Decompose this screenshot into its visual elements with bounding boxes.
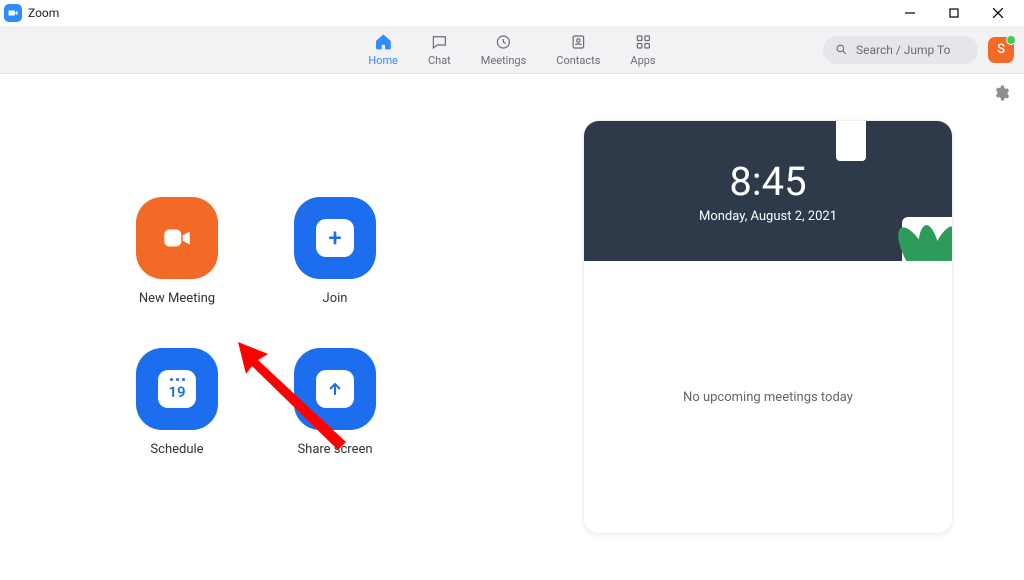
clock-icon	[494, 32, 514, 52]
action-label: New Meeting	[139, 291, 215, 306]
tab-label: Home	[368, 54, 398, 67]
window-title: Zoom	[28, 6, 59, 20]
today-card: 8:45 Monday, August 2, 2021 No upcoming …	[583, 120, 953, 534]
arrow-up-icon	[316, 370, 354, 408]
avatar-initial: S	[997, 42, 1005, 57]
tab-contacts[interactable]: Contacts	[556, 32, 600, 67]
plus-icon: +	[316, 219, 354, 257]
share-screen-button[interactable]	[294, 348, 376, 430]
apps-icon	[633, 32, 653, 52]
tab-meetings[interactable]: Meetings	[481, 32, 526, 67]
close-button[interactable]	[976, 0, 1020, 26]
minimize-button[interactable]	[888, 0, 932, 26]
meetings-empty: No upcoming meetings today	[584, 261, 952, 533]
action-label: Share screen	[297, 442, 372, 457]
decor-plant-icon	[902, 217, 952, 261]
actions-panel: New Meeting + Join 19 Schedule	[0, 74, 512, 580]
window-titlebar: Zoom	[0, 0, 1024, 26]
tab-label: Meetings	[481, 54, 526, 67]
clock-hero: 8:45 Monday, August 2, 2021	[584, 121, 952, 261]
schedule-button[interactable]: 19	[136, 348, 218, 430]
nav-tabs: Home Chat Meetings Contacts Apps	[368, 26, 655, 73]
calendar-icon: 19	[158, 370, 196, 408]
action-new-meeting: New Meeting	[107, 197, 247, 306]
main-content: New Meeting + Join 19 Schedule	[0, 74, 1024, 580]
search-placeholder: Search / Jump To	[856, 43, 950, 57]
maximize-button[interactable]	[932, 0, 976, 26]
topbar-right: Search / Jump To S	[823, 36, 1024, 64]
tab-home[interactable]: Home	[368, 32, 398, 67]
tab-label: Chat	[428, 54, 451, 67]
tab-label: Contacts	[556, 54, 600, 67]
home-icon	[373, 32, 393, 52]
tab-apps[interactable]: Apps	[630, 32, 655, 67]
search-icon	[835, 43, 848, 56]
profile-avatar[interactable]: S	[988, 37, 1014, 63]
join-button[interactable]: +	[294, 197, 376, 279]
action-schedule: 19 Schedule	[107, 348, 247, 457]
search-input[interactable]: Search / Jump To	[823, 36, 978, 64]
tab-label: Apps	[630, 54, 655, 67]
action-grid: New Meeting + Join 19 Schedule	[107, 197, 405, 457]
clock-date: Monday, August 2, 2021	[699, 209, 837, 224]
video-camera-icon	[158, 219, 196, 257]
window-controls	[888, 0, 1020, 26]
action-label: Schedule	[150, 442, 203, 457]
empty-meetings-text: No upcoming meetings today	[683, 390, 853, 405]
action-share-screen: Share screen	[265, 348, 405, 457]
calendar-day-number: 19	[168, 383, 185, 401]
action-label: Join	[323, 291, 348, 306]
gear-icon	[992, 84, 1010, 102]
top-navbar: Home Chat Meetings Contacts Apps Search …	[0, 26, 1024, 74]
new-meeting-button[interactable]	[136, 197, 218, 279]
contacts-icon	[568, 32, 588, 52]
decor-pot-icon	[836, 121, 866, 161]
chat-icon	[429, 32, 449, 52]
action-join: + Join	[265, 197, 405, 306]
zoom-logo-icon	[4, 4, 22, 22]
tab-chat[interactable]: Chat	[428, 32, 451, 67]
info-panel: 8:45 Monday, August 2, 2021 No upcoming …	[512, 74, 1024, 580]
settings-button[interactable]	[992, 84, 1010, 106]
clock-time: 8:45	[729, 158, 806, 205]
